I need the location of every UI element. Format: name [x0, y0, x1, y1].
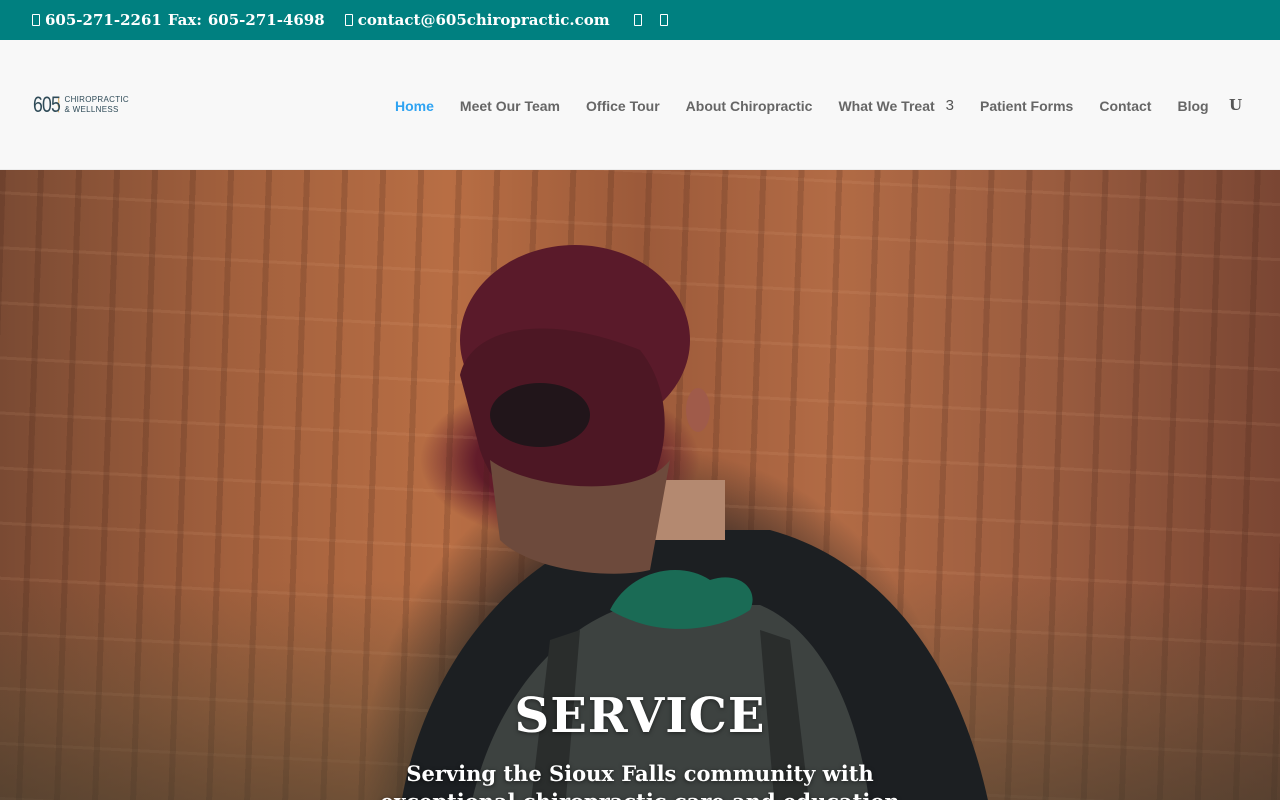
- nav-label[interactable]: Patient Forms: [980, 98, 1073, 114]
- nav-item-meet-our-team[interactable]: Meet Our Team: [460, 98, 560, 114]
- nav-item-about-chiropractic[interactable]: About Chiropractic: [686, 98, 813, 114]
- logo-line2: & WELLNESS: [64, 105, 119, 114]
- hero-subtitle-line1: Serving the Sioux Falls community with: [406, 761, 874, 786]
- hero-subtitle-line2: exceptional chiropractic care and educat…: [0, 788, 1280, 800]
- email-icon: [344, 14, 353, 26]
- chevron-down-icon[interactable]: 3: [946, 97, 954, 114]
- search-icon[interactable]: U: [1229, 97, 1243, 113]
- hero-text: SERVICE Serving the Sioux Falls communit…: [0, 686, 1280, 800]
- nav-item-what-we-treat[interactable]: What We Treat 3: [838, 97, 954, 114]
- nav-label[interactable]: About Chiropractic: [686, 98, 813, 114]
- phone-number[interactable]: 605-271-2261: [45, 11, 162, 29]
- nav-label[interactable]: Home: [395, 98, 434, 114]
- nav-label[interactable]: Meet Our Team: [460, 98, 560, 114]
- nav-item-contact[interactable]: Contact: [1099, 98, 1151, 114]
- email-item[interactable]: contact@605chiropractic.com: [344, 11, 610, 29]
- main-nav: Home Meet Our Team Office Tour About Chi…: [395, 97, 1242, 114]
- instagram-icon[interactable]: [659, 14, 668, 26]
- hero-title: SERVICE: [514, 688, 766, 744]
- phone-item[interactable]: 605-271-2261 Fax: 605-271-4698: [32, 11, 325, 29]
- top-contact-bar: 605-271-2261 Fax: 605-271-4698 contact@6…: [0, 0, 1280, 40]
- logo-number: 605: [33, 92, 61, 117]
- nav-label[interactable]: What We Treat: [838, 98, 934, 114]
- logo-line1: CHIROPRACTIC: [64, 95, 129, 104]
- facebook-icon[interactable]: [633, 14, 642, 26]
- fax-label: Fax:: [167, 11, 202, 29]
- nav-label[interactable]: Blog: [1177, 98, 1208, 114]
- hero-subtitle: Serving the Sioux Falls community with e…: [0, 760, 1280, 800]
- nav-label[interactable]: Contact: [1099, 98, 1151, 114]
- nav-item-home[interactable]: Home: [395, 98, 434, 114]
- nav-item-patient-forms[interactable]: Patient Forms: [980, 98, 1073, 114]
- nav-label[interactable]: Office Tour: [586, 98, 660, 114]
- fax-number: 605-271-4698: [207, 11, 325, 29]
- nav-item-office-tour[interactable]: Office Tour: [586, 98, 660, 114]
- logo-words: CHIROPRACTIC & WELLNESS: [65, 95, 130, 115]
- site-header: 605 CHIROPRACTIC & WELLNESS Home Meet Ou…: [0, 40, 1280, 170]
- phone-icon: [32, 14, 40, 26]
- hero-banner: SERVICE Serving the Sioux Falls communit…: [0, 170, 1280, 800]
- email-link[interactable]: contact@605chiropractic.com: [358, 11, 610, 29]
- nav-item-blog[interactable]: Blog: [1177, 98, 1208, 114]
- site-logo[interactable]: 605 CHIROPRACTIC & WELLNESS: [33, 86, 129, 124]
